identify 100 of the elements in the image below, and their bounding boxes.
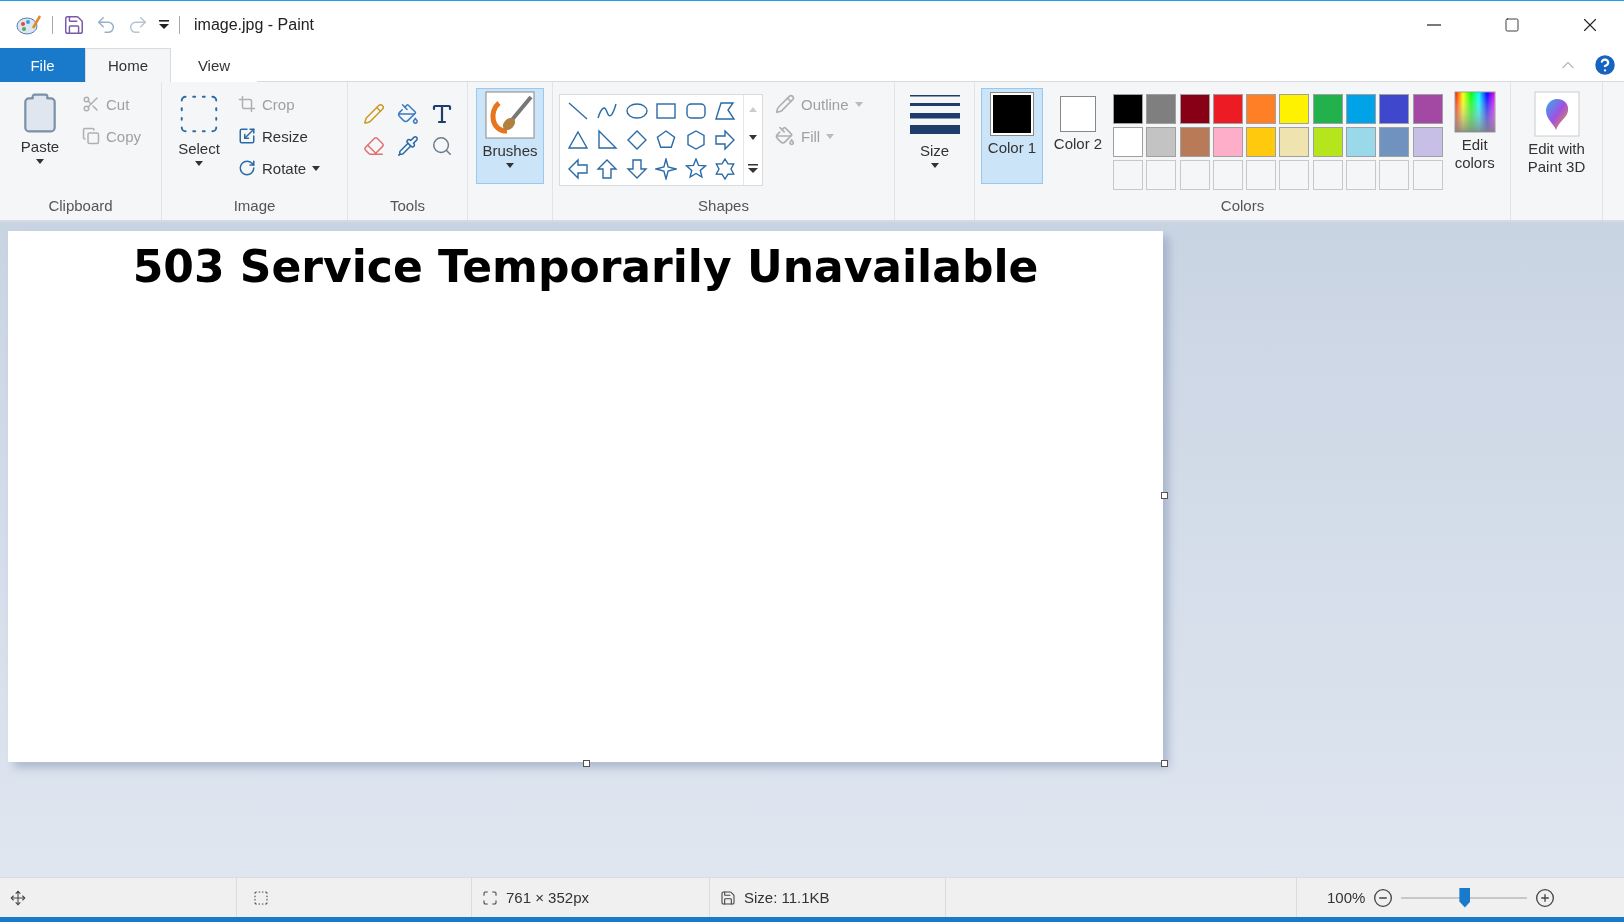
brushes-button[interactable]: Brushes	[476, 88, 544, 184]
five-point-star-icon[interactable]	[684, 157, 707, 180]
color-swatch[interactable]	[1212, 127, 1243, 157]
file-size-icon	[720, 889, 736, 906]
group-label: Tools	[390, 196, 425, 216]
file-menu-tab[interactable]: File	[0, 48, 85, 82]
size-button[interactable]: Size	[904, 88, 965, 184]
caret-icon	[506, 163, 514, 168]
move-icon[interactable]	[10, 889, 26, 906]
copy-icon	[82, 127, 100, 145]
zoom-out-icon[interactable]	[1373, 887, 1394, 908]
paste-button[interactable]: Paste	[6, 88, 74, 184]
empty-swatch[interactable]	[1379, 160, 1410, 190]
color-spectrum-icon	[1453, 91, 1496, 133]
empty-swatch[interactable]	[1279, 160, 1310, 190]
color-swatch[interactable]	[1379, 94, 1410, 124]
color-swatch[interactable]	[1279, 94, 1310, 124]
caret-icon	[312, 165, 321, 171]
eraser-icon[interactable]	[362, 135, 385, 157]
group-label: Colors	[1220, 196, 1265, 216]
paint-3d-button[interactable]: Edit with Paint 3D	[1517, 88, 1596, 184]
file-size: Size: 11.1KB	[744, 889, 830, 906]
pencil-icon[interactable]	[362, 103, 385, 125]
rotate-button[interactable]: Rotate	[234, 152, 325, 184]
color-swatch[interactable]	[1279, 127, 1310, 157]
color-swatch[interactable]	[1113, 127, 1143, 157]
triangle-icon[interactable]	[566, 128, 589, 151]
color-picker-icon[interactable]	[396, 135, 419, 157]
rotate-icon	[238, 159, 256, 177]
color-swatch[interactable]	[1113, 94, 1143, 124]
color-swatch[interactable]	[1246, 94, 1277, 124]
color-swatch[interactable]	[1179, 127, 1210, 157]
color-swatch[interactable]	[1346, 127, 1377, 157]
resize-handle[interactable]	[1161, 760, 1168, 767]
zoom-slider[interactable]	[1401, 889, 1528, 906]
save-icon[interactable]	[63, 13, 85, 36]
paint-bucket-icon	[775, 126, 795, 146]
color-swatch[interactable]	[1412, 127, 1443, 157]
empty-swatch[interactable]	[1212, 160, 1243, 190]
empty-swatch[interactable]	[1346, 160, 1377, 190]
diamond-icon[interactable]	[625, 128, 648, 151]
zoom-in-icon[interactable]	[1535, 887, 1556, 908]
resize-handle[interactable]	[1161, 492, 1168, 499]
up-arrow-icon[interactable]	[596, 157, 619, 180]
six-point-star-icon[interactable]	[714, 157, 737, 180]
color-swatch[interactable]	[1346, 94, 1377, 124]
color-swatch[interactable]	[1379, 127, 1410, 157]
ribbon-tab[interactable]: Home	[85, 48, 171, 82]
group-label: Clipboard	[48, 196, 113, 216]
crop-icon	[238, 95, 256, 113]
hexagon-icon[interactable]	[684, 128, 707, 151]
customize-icon[interactable]	[159, 19, 169, 30]
resize-handle[interactable]	[583, 760, 590, 767]
magnifier-icon[interactable]	[430, 135, 453, 157]
window-title: image.jpg - Paint	[194, 15, 316, 34]
right-triangle-icon[interactable]	[596, 128, 619, 151]
resize-button[interactable]: Resize	[234, 120, 325, 152]
color-slot-button[interactable]: Color 1	[981, 88, 1043, 184]
resize-icon	[238, 127, 256, 145]
image-dimensions: 761 × 352px	[506, 889, 589, 906]
select-button[interactable]: Select	[168, 88, 230, 184]
empty-swatch[interactable]	[1312, 160, 1343, 190]
canvas-size-icon	[482, 889, 498, 906]
color-sample	[1060, 96, 1096, 132]
caret-icon	[930, 163, 939, 168]
color-swatch[interactable]	[1312, 94, 1343, 124]
expand-gallery-icon[interactable]	[748, 164, 758, 174]
canvas-heading: 503 Service Temporarily Unavailable	[132, 241, 1039, 294]
group-label: Shapes	[698, 196, 749, 216]
color-sample	[990, 92, 1034, 136]
caret-icon	[826, 133, 835, 139]
down-arrow-icon[interactable]	[625, 157, 648, 180]
empty-swatch[interactable]	[1412, 160, 1443, 190]
empty-swatch[interactable]	[1179, 160, 1210, 190]
zoom-slider-thumb[interactable]	[1459, 887, 1471, 908]
left-arrow-icon[interactable]	[566, 157, 589, 180]
color-swatch[interactable]	[1412, 94, 1443, 124]
color-swatch[interactable]	[1179, 94, 1210, 124]
pentagon-icon[interactable]	[655, 128, 678, 151]
color-swatch[interactable]	[1312, 127, 1343, 157]
palette-icon[interactable]	[16, 13, 42, 36]
color-swatch[interactable]	[1212, 94, 1243, 124]
color-slot-button[interactable]: Color 2	[1047, 88, 1109, 184]
polygon-icon[interactable]	[714, 99, 737, 122]
four-point-star-icon[interactable]	[655, 157, 678, 180]
edit-colors-button[interactable]: Edit colors	[1446, 88, 1503, 184]
caret-icon	[36, 159, 44, 164]
scissors-icon	[82, 95, 100, 113]
color-swatch[interactable]	[1246, 127, 1277, 157]
paint-3d-icon	[1533, 91, 1580, 137]
paint-bucket-icon[interactable]	[396, 103, 419, 125]
empty-swatch[interactable]	[1113, 160, 1143, 190]
color-swatch[interactable]	[1146, 94, 1177, 124]
caret-icon	[854, 101, 863, 107]
empty-swatch[interactable]	[1146, 160, 1177, 190]
color-swatch[interactable]	[1146, 127, 1177, 157]
scroll-down-icon[interactable]	[749, 135, 757, 141]
right-arrow-icon[interactable]	[714, 128, 737, 151]
canvas[interactable]: 503 Service Temporarily Unavailable	[8, 231, 1163, 762]
empty-swatch[interactable]	[1246, 160, 1277, 190]
